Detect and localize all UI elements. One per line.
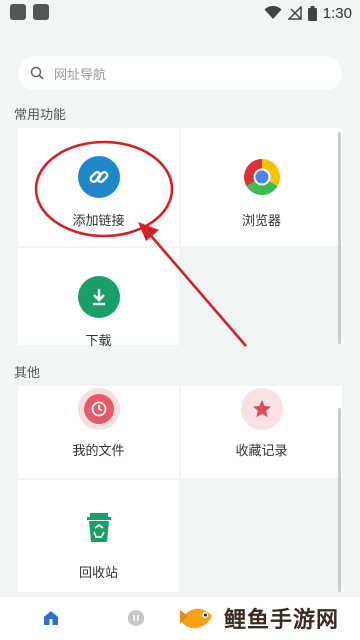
- clock-icon: [78, 388, 120, 430]
- watermark-text: 鲤鱼手游网: [224, 608, 340, 633]
- notification-icon: [33, 4, 49, 20]
- recycle-bin-button[interactable]: 回收站: [18, 480, 179, 592]
- home-icon[interactable]: [42, 609, 60, 627]
- download-label: 下载: [85, 334, 112, 349]
- star-icon: [241, 388, 283, 430]
- section-title-other: 其他: [14, 366, 41, 381]
- notification-icon: [10, 4, 26, 20]
- chrome-icon: [241, 156, 283, 198]
- my-files-button[interactable]: 我的文件: [18, 386, 179, 478]
- clock-time: 1:30: [322, 4, 352, 22]
- search-icon: [30, 66, 44, 80]
- status-bar: 1:30: [0, 0, 360, 26]
- browser-label: 浏览器: [241, 214, 281, 229]
- scrollbar[interactable]: [338, 132, 341, 344]
- my-files-label: 我的文件: [72, 444, 125, 459]
- download-icon: [78, 276, 120, 318]
- battery-icon: [307, 5, 317, 21]
- add-link-label: 添加链接: [72, 214, 125, 229]
- watermark: 鲤鱼手游网: [178, 598, 339, 638]
- search-input[interactable]: 网址导航: [18, 56, 342, 90]
- fish-logo-icon: [180, 608, 212, 629]
- no-signal-icon: [287, 6, 302, 20]
- favorites-button[interactable]: 收藏记录: [181, 386, 342, 478]
- recycle-bin-label: 回收站: [78, 566, 118, 581]
- browser-button[interactable]: 浏览器: [181, 128, 342, 246]
- favorites-label: 收藏记录: [235, 444, 288, 459]
- link-icon: [78, 156, 120, 198]
- scrollbar[interactable]: [338, 408, 341, 592]
- section-title-common: 常用功能: [14, 108, 67, 123]
- wifi-icon: [264, 6, 282, 19]
- download-button[interactable]: 下载: [18, 248, 179, 349]
- add-link-button[interactable]: 添加链接: [18, 128, 179, 246]
- search-placeholder: 网址导航: [54, 67, 107, 83]
- recycle-bin-icon: [78, 506, 120, 548]
- menu-icon[interactable]: [127, 609, 145, 627]
